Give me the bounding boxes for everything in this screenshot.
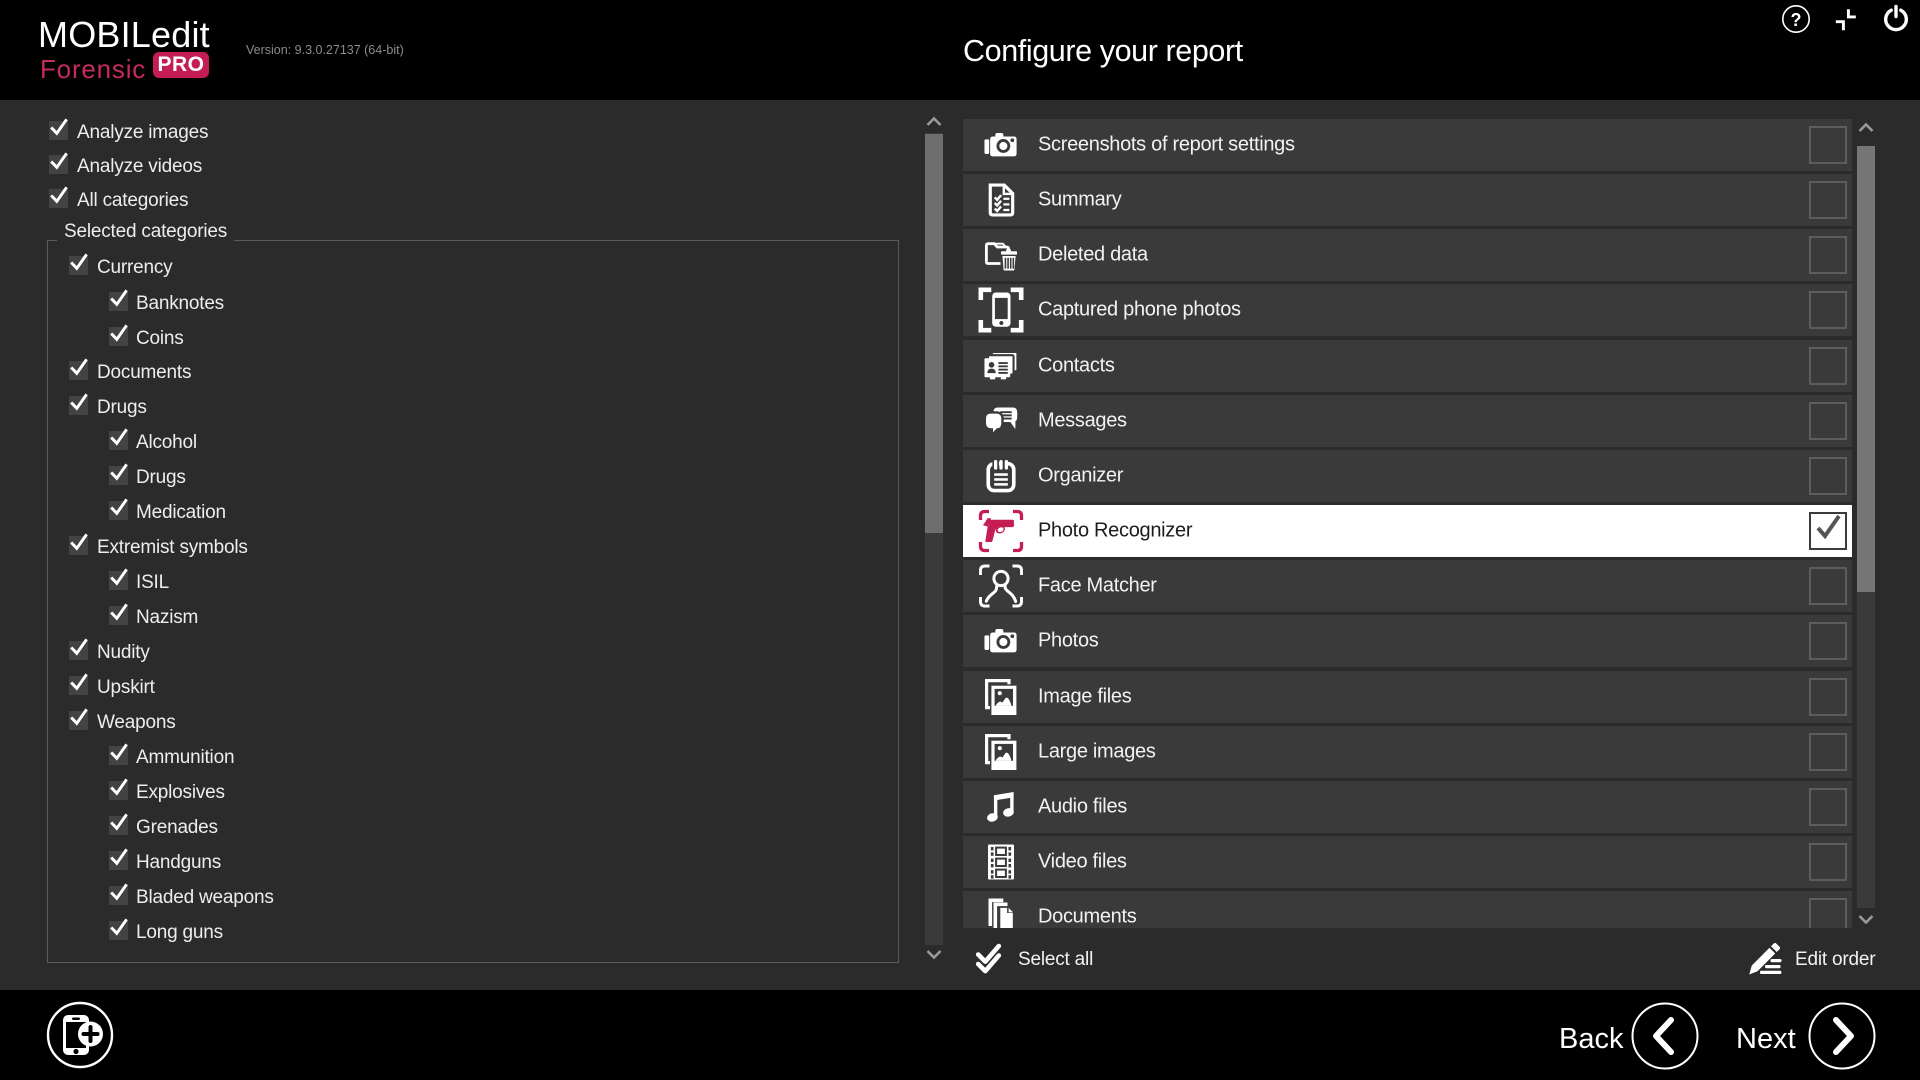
svg-text:?: ? [1791,10,1802,30]
